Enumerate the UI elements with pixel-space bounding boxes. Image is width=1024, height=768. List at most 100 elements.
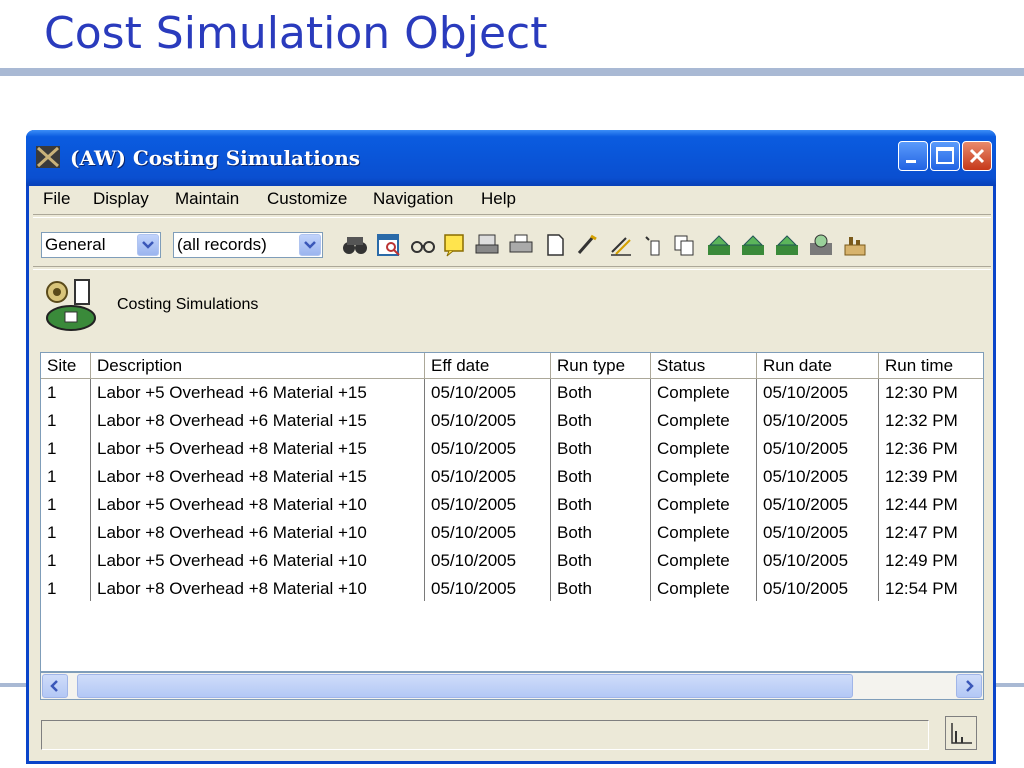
table-cell: 05/10/2005 [763, 467, 849, 486]
table-row[interactable]: 1 Labor +5 Overhead +6 Material +15 05/10/… [41, 381, 983, 409]
menu-separator [33, 214, 991, 218]
app-icon[interactable] [36, 146, 60, 168]
delete-icon[interactable] [639, 231, 667, 259]
edit-multiple-icon[interactable] [607, 231, 635, 259]
table-cell: 05/10/2005 [431, 523, 517, 542]
table-cell: 05/10/2005 [431, 551, 517, 570]
print-preview-icon[interactable] [473, 231, 501, 259]
report-icon[interactable] [841, 231, 869, 259]
col-header-status[interactable]: Status [651, 353, 757, 379]
table-cell: 05/10/2005 [431, 411, 517, 430]
col-header-run-date[interactable]: Run date [757, 353, 879, 379]
table-cell: Labor +8 Overhead +8 Material +10 [97, 579, 367, 598]
process-icon[interactable] [807, 231, 835, 259]
table-cell: Complete [657, 383, 730, 402]
run-2-icon[interactable] [739, 231, 767, 259]
table-cell: 05/10/2005 [763, 383, 849, 402]
note-icon[interactable] [441, 231, 469, 259]
table-cell: 1 [47, 495, 57, 514]
table-cell: Both [557, 383, 592, 402]
menu-file[interactable]: File [43, 189, 70, 209]
col-header-run-type[interactable]: Run type [551, 353, 651, 379]
table-cell: 1 [47, 523, 57, 542]
chevron-left-icon [50, 680, 58, 692]
table-cell: 05/10/2005 [431, 579, 517, 598]
simulations-table[interactable]: Site Description Eff date Run type Statu… [40, 352, 984, 672]
table-cell: Labor +8 Overhead +6 Material +10 [97, 523, 367, 542]
view-select[interactable]: General [41, 232, 161, 258]
scroll-right-button[interactable] [956, 674, 982, 698]
section-label: Costing Simulations [117, 296, 259, 313]
table-row[interactable]: 1 Labor +8 Overhead +8 Material +15 05/10/… [41, 465, 983, 493]
new-record-icon[interactable] [541, 231, 569, 259]
table-cell: 05/10/2005 [763, 439, 849, 458]
table-cell: Complete [657, 551, 730, 570]
menu-customize[interactable]: Customize [267, 189, 347, 209]
status-chart-icon[interactable] [945, 716, 977, 750]
menu-display[interactable]: Display [93, 189, 149, 209]
menu-help[interactable]: Help [481, 189, 516, 209]
table-cell: Labor +5 Overhead +6 Material +10 [97, 551, 367, 570]
table-cell: Complete [657, 495, 730, 514]
view-icon[interactable] [409, 231, 437, 259]
col-header-site[interactable]: Site [41, 353, 91, 379]
table-cell: Both [557, 551, 592, 570]
scroll-left-button[interactable] [42, 674, 68, 698]
copy-icon[interactable] [671, 231, 699, 259]
menu-maintain[interactable]: Maintain [175, 189, 239, 209]
table-cell: 12:44 PM [885, 495, 958, 514]
table-cell: Complete [657, 579, 730, 598]
col-header-run-time[interactable]: Run time [879, 353, 983, 379]
table-cell: Both [557, 411, 592, 430]
table-cell: Complete [657, 439, 730, 458]
minimize-icon [906, 160, 916, 163]
table-cell: Both [557, 467, 592, 486]
table-cell: 05/10/2005 [431, 383, 517, 402]
table-cell: 1 [47, 467, 57, 486]
filter-select[interactable]: (all records) [173, 232, 323, 258]
close-button[interactable] [962, 141, 992, 171]
print-icon[interactable] [507, 231, 535, 259]
run-3-icon[interactable] [773, 231, 801, 259]
col-header-description[interactable]: Description [91, 353, 425, 379]
chevron-down-icon[interactable] [137, 234, 159, 256]
table-row[interactable]: 1 Labor +8 Overhead +6 Material +15 05/10/… [41, 409, 983, 437]
table-cell: 05/10/2005 [763, 579, 849, 598]
browse-icon[interactable] [375, 231, 403, 259]
chevron-down-icon[interactable] [299, 234, 321, 256]
table-cell: Labor +5 Overhead +8 Material +15 [97, 439, 367, 458]
table-cell: Both [557, 579, 592, 598]
run-icon[interactable] [705, 231, 733, 259]
horizontal-scrollbar[interactable] [40, 672, 984, 700]
window-titlebar[interactable]: (AW) Costing Simulations [26, 130, 996, 186]
table-cell: 1 [47, 411, 57, 430]
find-icon[interactable] [341, 231, 369, 259]
table-row[interactable]: 1 Labor +5 Overhead +6 Material +10 05/10/… [41, 549, 983, 577]
table-cell: Complete [657, 523, 730, 542]
minimize-button[interactable] [898, 141, 928, 171]
table-cell: 05/10/2005 [431, 495, 517, 514]
table-cell: Both [557, 495, 592, 514]
table-row[interactable]: 1 Labor +8 Overhead +6 Material +10 05/10/… [41, 521, 983, 549]
table-cell: Complete [657, 411, 730, 430]
edit-icon[interactable] [573, 231, 601, 259]
table-cell: 05/10/2005 [431, 467, 517, 486]
slide-accent-line-right [996, 683, 1024, 687]
costing-simulations-window: (AW) Costing Simulations File Display Ma… [26, 130, 996, 764]
table-cell: 12:30 PM [885, 383, 958, 402]
table-cell: Labor +8 Overhead +8 Material +15 [97, 467, 367, 486]
maximize-button[interactable] [930, 141, 960, 171]
view-select-value: General [45, 235, 106, 254]
costing-simulations-icon [46, 279, 96, 331]
table-cell: Labor +8 Overhead +6 Material +15 [97, 411, 367, 430]
table-row[interactable]: 1 Labor +5 Overhead +8 Material +15 05/10/… [41, 437, 983, 465]
col-header-eff-date[interactable]: Eff date [425, 353, 551, 379]
table-row[interactable]: 1 Labor +5 Overhead +8 Material +10 05/10/… [41, 493, 983, 521]
scroll-thumb[interactable] [77, 674, 853, 698]
table-cell: 12:54 PM [885, 579, 958, 598]
table-cell: Both [557, 439, 592, 458]
table-row[interactable]: 1 Labor +8 Overhead +8 Material +10 05/10/… [41, 577, 983, 605]
menu-navigation[interactable]: Navigation [373, 189, 453, 209]
table-cell: 05/10/2005 [763, 551, 849, 570]
table-cell: 12:49 PM [885, 551, 958, 570]
